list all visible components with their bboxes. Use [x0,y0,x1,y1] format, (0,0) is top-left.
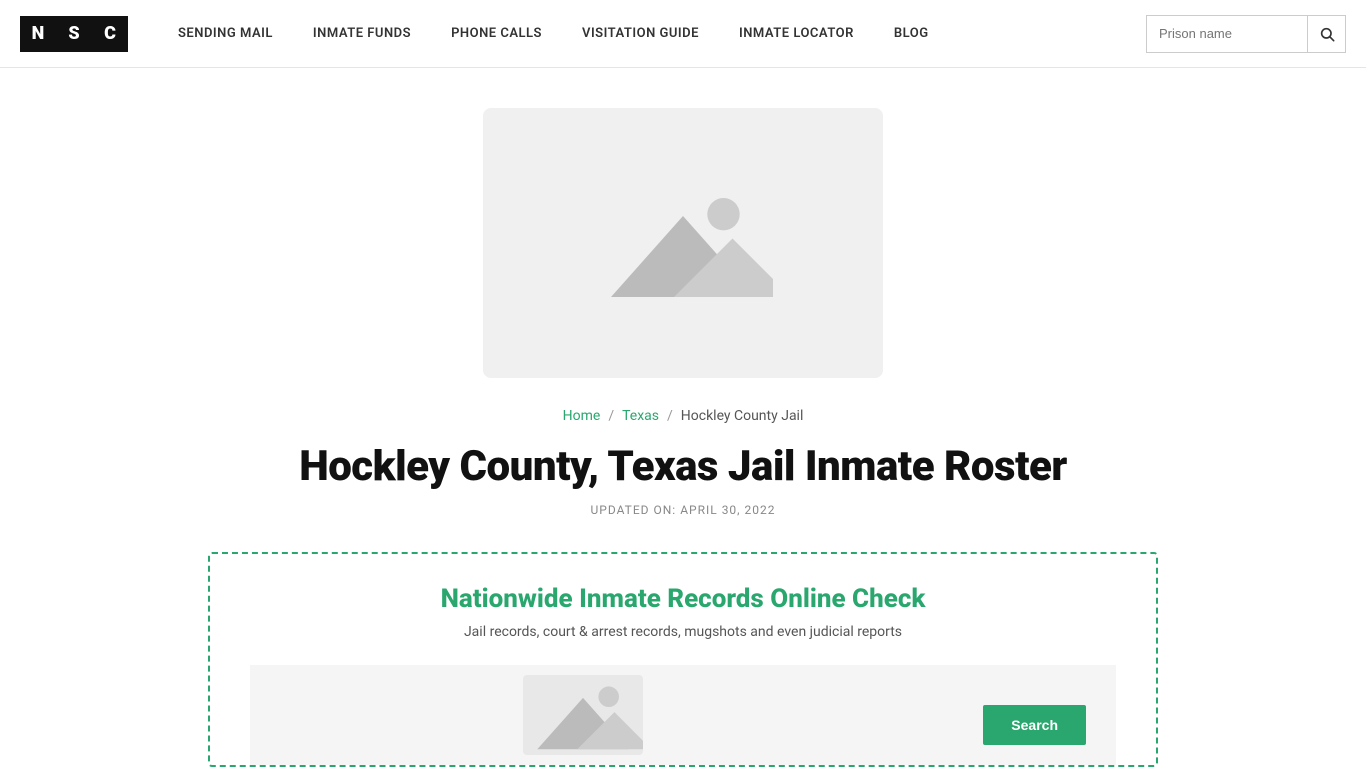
page-title: Hockley County, Texas Jail Inmate Roster [299,442,1067,491]
records-box-image-area: Search [250,665,1116,765]
site-header: N S C SENDING MAIL INMATE FUNDS PHONE CA… [0,0,1366,68]
records-box-placeholder [523,675,643,755]
nav-inmate-locator[interactable]: INMATE LOCATOR [719,0,874,68]
main-content: Home / Texas / Hockley County Jail Hockl… [0,68,1366,767]
nav-inmate-funds[interactable]: INMATE FUNDS [293,0,431,68]
breadcrumb-state[interactable]: Texas [622,408,659,424]
updated-label: UPDATED ON: APRIL 30, 2022 [590,503,775,517]
logo-letter-n: N [20,16,56,52]
main-nav: SENDING MAIL INMATE FUNDS PHONE CALLS VI… [158,0,1146,68]
hero-image [483,108,883,378]
records-search-button[interactable]: Search [983,705,1086,745]
search-button[interactable] [1307,16,1345,52]
nav-sending-mail[interactable]: SENDING MAIL [158,0,293,68]
records-box-subtitle: Jail records, court & arrest records, mu… [464,624,902,640]
records-placeholder-icon [523,675,643,755]
records-box: Nationwide Inmate Records Online Check J… [208,552,1158,767]
breadcrumb-separator-2: / [667,408,673,424]
breadcrumb-separator-1: / [608,408,614,424]
site-logo[interactable]: N S C [20,16,128,52]
search-input[interactable] [1147,16,1307,52]
search-bar [1146,15,1346,53]
placeholder-image-icon [593,178,773,308]
breadcrumb-current: Hockley County Jail [681,408,804,424]
nav-visitation-guide[interactable]: VISITATION GUIDE [562,0,719,68]
search-icon [1319,26,1335,42]
breadcrumb-home[interactable]: Home [563,408,601,424]
breadcrumb: Home / Texas / Hockley County Jail [563,408,804,424]
nav-blog[interactable]: BLOG [874,0,949,68]
logo-letter-c: C [92,16,128,52]
records-box-title: Nationwide Inmate Records Online Check [441,584,926,614]
logo-letter-s: S [56,16,92,52]
nav-phone-calls[interactable]: PHONE CALLS [431,0,562,68]
